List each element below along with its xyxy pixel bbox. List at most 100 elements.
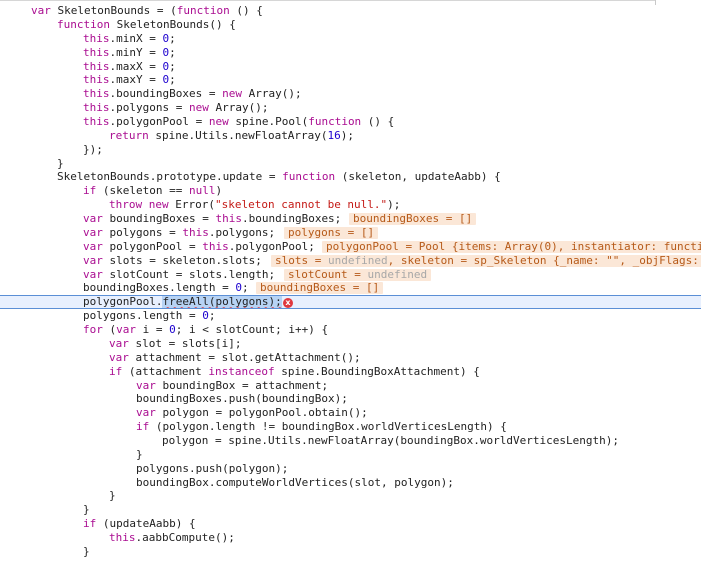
code-text: this.polygonPool = new spine.Pool(functi…: [83, 115, 394, 129]
code-token: }: [57, 156, 64, 170]
current-execution-line[interactable]: polygonPool.freeAll(polygons); x: [0, 295, 701, 310]
code-token: spine.Utils.newFloatArray(: [155, 128, 328, 142]
code-line[interactable]: }: [0, 489, 701, 503]
code-text: if (attachment instanceof spine.Bounding…: [109, 365, 480, 379]
code-token: if: [83, 517, 103, 531]
code-text: this.minY = 0;: [83, 46, 176, 60]
code-text: var slots = skeleton.slots;: [83, 254, 262, 268]
code-line[interactable]: this.polygonPool = new spine.Pool(functi…: [0, 115, 701, 129]
code-text: }: [83, 503, 90, 517]
code-line[interactable]: var slotCount = slots.length; slotCount =…: [0, 268, 701, 282]
code-line[interactable]: });: [0, 143, 701, 157]
code-line[interactable]: polygon = spine.Utils.newFloatArray(boun…: [0, 434, 701, 448]
code-line[interactable]: boundingBox.computeWorldVertices(slot, p…: [0, 476, 701, 490]
code-token: boundingBoxes.push(boundingBox);: [136, 392, 348, 406]
code-token: .minY =: [109, 45, 163, 59]
code-line[interactable]: }: [0, 545, 701, 559]
code-token: polygonPool =: [109, 239, 203, 253]
inline-variable-value[interactable]: boundingBoxes = []: [349, 213, 477, 225]
code-line[interactable]: }: [0, 448, 701, 462]
code-token: (skeleton ==: [102, 184, 189, 198]
code-token: spine.Pool(: [235, 115, 309, 128]
code-token: 0: [202, 309, 209, 323]
code-token: polygonPool.: [83, 295, 163, 309]
error-icon[interactable]: x: [283, 298, 293, 309]
code-line[interactable]: var polygonPool = this.polygonPool; polyg…: [0, 240, 701, 254]
code-line[interactable]: this.minY = 0;: [0, 46, 701, 60]
code-token: this: [182, 225, 209, 239]
code-text: this.boundingBoxes = new Array();: [83, 87, 302, 101]
code-text: function SkeletonBounds() {: [57, 18, 236, 32]
inline-value-text: slotCount =: [288, 267, 368, 281]
inline-value-text: slots =: [275, 253, 328, 267]
code-line[interactable]: var boundingBox = attachment;: [0, 379, 701, 393]
code-line[interactable]: this.aabbCompute();: [0, 531, 701, 545]
code-line[interactable]: if (skeleton == null): [0, 184, 701, 198]
inline-variable-value[interactable]: polygons = []: [284, 226, 379, 239]
code-line[interactable]: var slots = skeleton.slots; slots = undef…: [0, 254, 701, 268]
inline-variable-value[interactable]: slotCount = undefined: [284, 267, 432, 281]
code-line[interactable]: if (polygon.length != boundingBox.worldV…: [0, 420, 701, 434]
inline-variable-value[interactable]: boundingBoxes = []: [256, 282, 384, 295]
code-text: boundingBoxes.length = 0;: [83, 281, 249, 295]
code-token: .polygons;: [208, 225, 276, 239]
code-token: SkeletonBounds = (: [57, 4, 177, 17]
code-token: var: [31, 4, 58, 17]
inline-variable-value[interactable]: slots = undefined, skeleton = sp_Skeleto…: [271, 253, 701, 267]
code-token: }: [83, 503, 90, 517]
undefined-value: undefined: [367, 267, 428, 281]
code-token: .maxX =: [109, 59, 163, 73]
code-line[interactable]: SkeletonBounds.prototype.update = functi…: [0, 170, 701, 184]
selected-expression: freeAll(polygons);: [162, 295, 282, 309]
code-token: );: [387, 198, 401, 212]
code-line[interactable]: var slot = slots[i];: [0, 337, 701, 351]
code-token: var: [109, 350, 136, 364]
code-line[interactable]: polygons.push(polygon);: [0, 462, 701, 476]
code-token: SkeletonBounds() {: [116, 17, 236, 31]
code-line[interactable]: var polygon = polygonPool.obtain();: [0, 406, 701, 420]
code-token: if: [109, 364, 129, 378]
code-text: this.minX = 0;: [83, 32, 176, 46]
inline-variable-value[interactable]: polygonPool = Pool {items: Array(0), ins…: [322, 240, 701, 253]
code-token: new: [222, 87, 249, 101]
code-line[interactable]: if (updateAabb) {: [0, 517, 701, 531]
code-token: this: [83, 73, 110, 87]
code-text: var polygons = this.polygons;: [83, 226, 275, 240]
code-line[interactable]: this.minX = 0;: [0, 32, 701, 46]
code-token: .aabbCompute();: [135, 531, 235, 545]
code-token: this: [83, 101, 110, 115]
code-line[interactable]: boundingBoxes.push(boundingBox);: [0, 392, 701, 406]
code-token: boundingBoxes =: [109, 212, 216, 225]
code-line[interactable]: var attachment = slot.getAttachment();: [0, 351, 701, 365]
code-token: .polygonPool;: [228, 239, 315, 253]
code-token: this: [215, 212, 242, 225]
code-line[interactable]: var boundingBoxes = this.boundingBoxes; b…: [0, 212, 701, 226]
code-token: var: [109, 336, 136, 350]
code-line[interactable]: var polygons = this.polygons; polygons = …: [0, 226, 701, 240]
code-line[interactable]: this.maxX = 0;: [0, 60, 701, 74]
code-line[interactable]: }: [0, 503, 701, 517]
code-line[interactable]: polygons.length = 0;: [0, 309, 701, 323]
code-line[interactable]: this.boundingBoxes = new Array();: [0, 87, 701, 101]
code-line[interactable]: if (attachment instanceof spine.Bounding…: [0, 365, 701, 379]
code-line[interactable]: function SkeletonBounds() {: [0, 18, 701, 32]
code-line[interactable]: boundingBoxes.length = 0; boundingBoxes =…: [0, 281, 701, 295]
code-token: this: [83, 45, 110, 59]
code-line[interactable]: for (var i = 0; i < slotCount; i++) {: [0, 323, 701, 337]
code-editor[interactable]: var SkeletonBounds = (function () {funct…: [0, 0, 701, 561]
code-token: new: [188, 101, 216, 115]
code-token: var: [83, 253, 110, 267]
code-line[interactable]: this.maxY = 0;: [0, 73, 701, 87]
code-line[interactable]: this.polygons = new Array();: [0, 101, 701, 115]
code-line[interactable]: throw new Error("skeleton cannot be null…: [0, 198, 701, 212]
undefined-value: undefined: [327, 253, 388, 267]
code-token: for: [83, 323, 110, 336]
code-text: this.aabbCompute();: [109, 531, 235, 545]
code-line[interactable]: return spine.Utils.newFloatArray(16);: [0, 129, 701, 143]
code-line[interactable]: var SkeletonBounds = (function () {: [0, 4, 701, 18]
code-text: }: [109, 489, 116, 503]
code-line[interactable]: }: [0, 157, 701, 171]
code-text: this.polygons = new Array();: [83, 101, 268, 115]
code-text: polygon = spine.Utils.newFloatArray(boun…: [162, 434, 619, 448]
code-token: slots = skeleton.slots;: [109, 253, 262, 267]
